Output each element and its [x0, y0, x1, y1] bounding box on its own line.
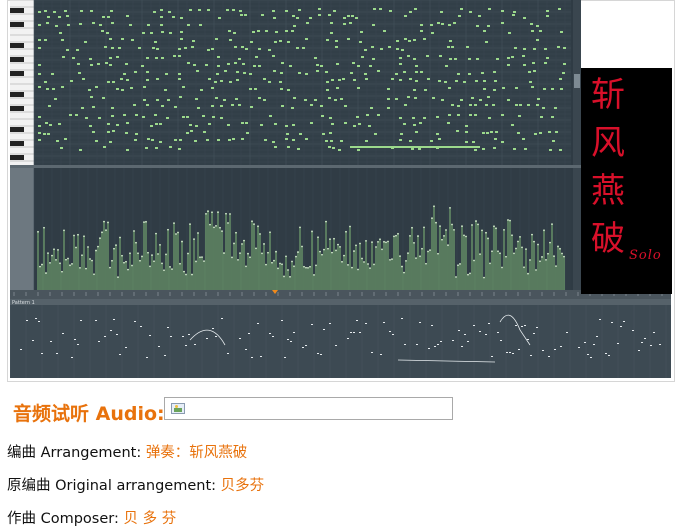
piano-keyboard	[10, 0, 34, 165]
audio-player[interactable]	[164, 397, 453, 420]
title-char-4: 破	[591, 219, 625, 259]
original-arrangement-link[interactable]: 贝多芬	[221, 478, 265, 494]
audio-label: 音频试听 Audio:	[13, 402, 165, 425]
arrangement-label: 编曲 Arrangement:	[7, 445, 146, 461]
title-char-1: 斩	[591, 75, 625, 115]
title-char-2: 风	[591, 123, 625, 163]
broken-plugin-icon	[171, 403, 185, 414]
pattern-label: Pattern 1	[12, 300, 35, 306]
composer-link[interactable]: 贝 多 芬	[123, 511, 176, 527]
audio-row: 音频试听 Audio:	[13, 398, 165, 426]
composer-line: 作曲 Composer: 贝 多 芬	[7, 507, 176, 528]
arrangement-line: 编曲 Arrangement: 弹奏：斩风燕破	[7, 441, 247, 462]
composer-label: 作曲 Composer:	[7, 511, 124, 527]
original-arrangement-line: 原编曲 Original arrangement: 贝多芬	[7, 474, 264, 495]
daw-screenshot: Pattern 1	[10, 0, 671, 378]
title-char-3: 燕	[591, 171, 625, 211]
title-solo: Solo	[629, 248, 662, 263]
original-arrangement-label: 原编曲 Original arrangement:	[7, 478, 221, 494]
arrangement-link[interactable]: 弹奏：斩风燕破	[146, 445, 248, 461]
piano-roll-image: Pattern 1	[10, 0, 671, 378]
title-panel: 斩 风 燕 破 Solo	[581, 68, 672, 294]
